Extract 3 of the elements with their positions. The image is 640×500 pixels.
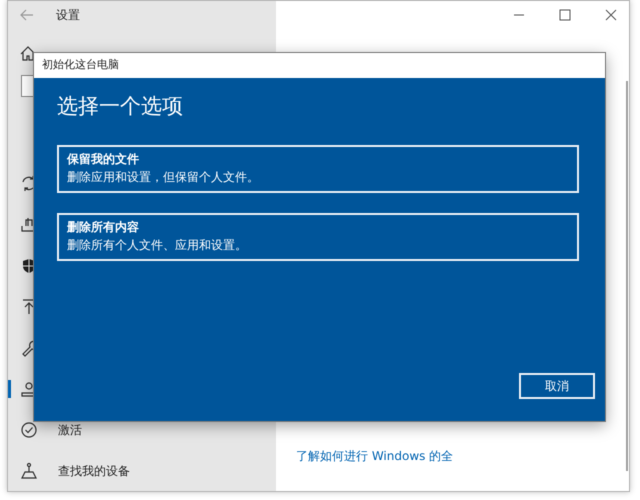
dialog-title: 初始化这台电脑 [42, 58, 119, 71]
window-title: 设置 [56, 6, 80, 24]
dialog-heading: 选择一个选项 [57, 94, 184, 120]
